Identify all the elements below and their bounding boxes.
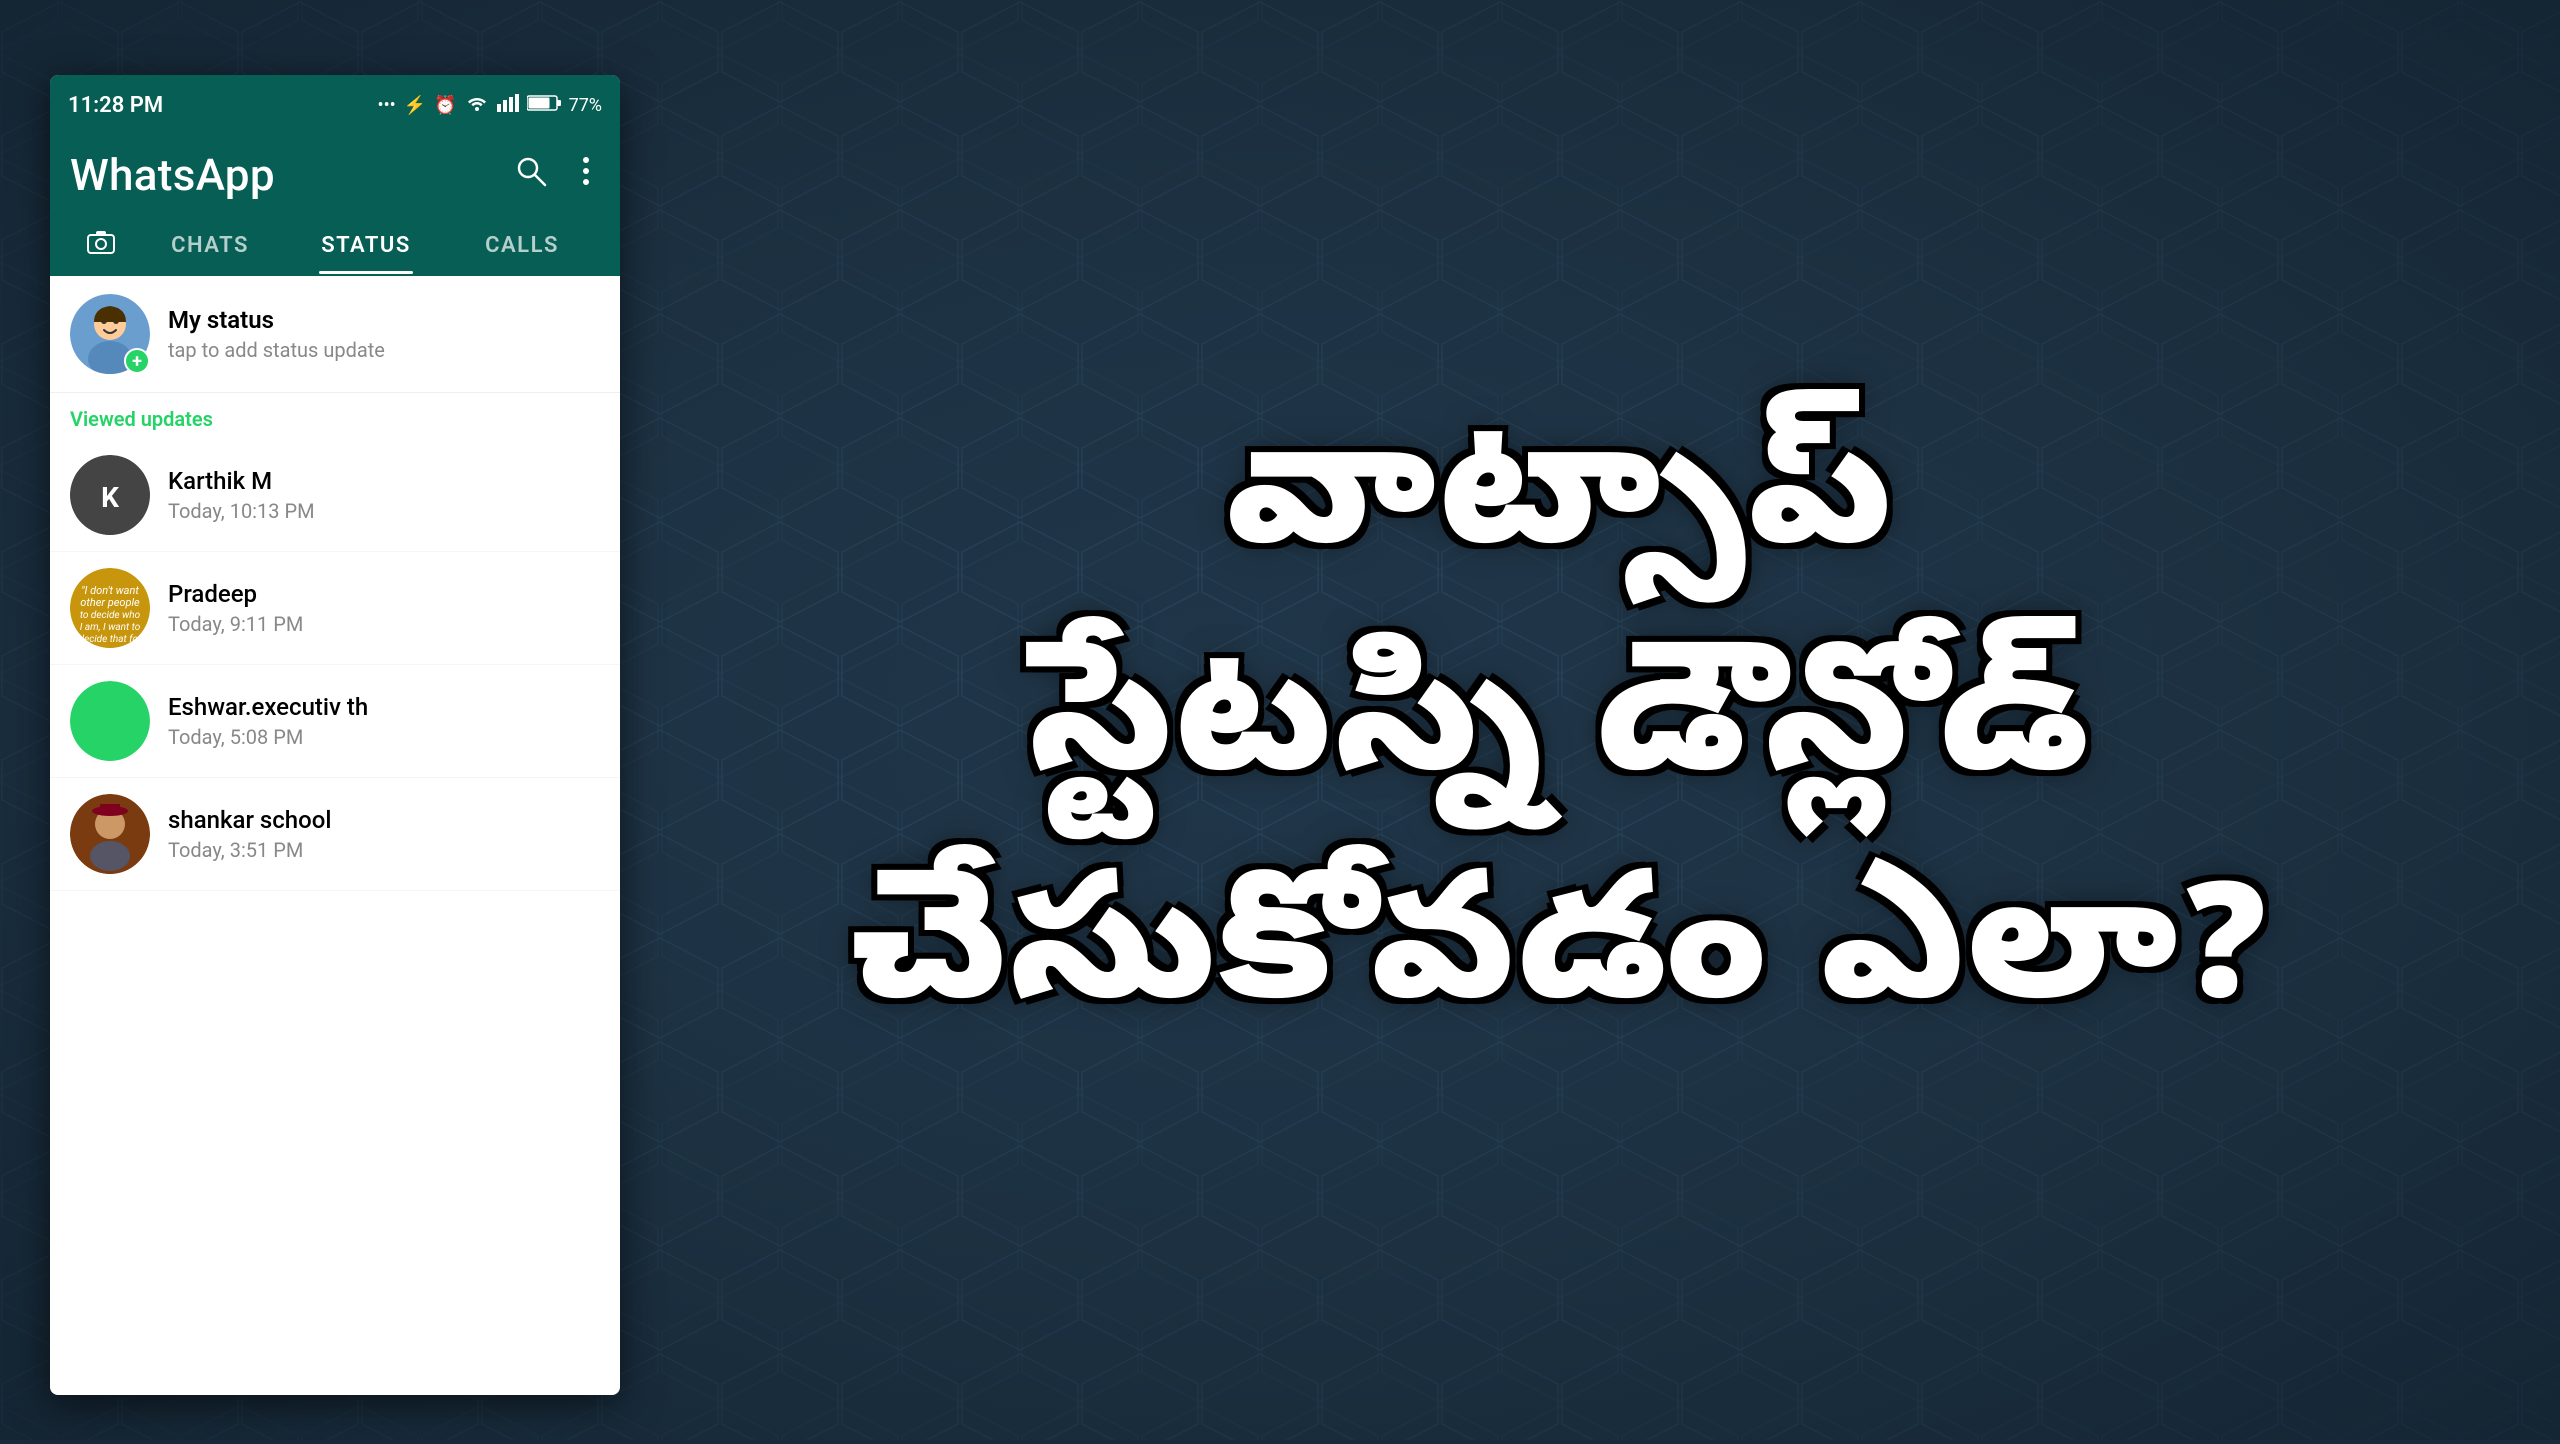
shankar-avatar — [70, 794, 150, 874]
viewed-ring — [70, 455, 150, 535]
header-icons — [514, 154, 600, 197]
tab-chats[interactable]: CHATS — [132, 217, 288, 274]
camera-tab[interactable] — [70, 215, 132, 276]
karthik-name: Karthik M — [168, 467, 315, 495]
telugu-text-overlay: వాట్సాప్ స్టేటస్ని డౌన్లోడ్ చేసుకోవడం ఎల… — [610, 75, 2510, 1395]
karthik-info: Karthik M Today, 10:13 PM — [168, 467, 315, 523]
viewed-ring — [70, 568, 150, 648]
status-bar-time: 11:28 PM — [68, 93, 163, 118]
telugu-line2: స్టేటస్ని డౌన్లోడ్ — [850, 621, 2270, 849]
add-status-button[interactable]: + — [124, 348, 150, 374]
pradeep-time: Today, 9:11 PM — [168, 612, 303, 636]
status-bar: 11:28 PM ••• ⚡ ⏰ — [50, 75, 620, 135]
app-title: WhatsApp — [70, 149, 275, 201]
header-title-row: WhatsApp — [70, 149, 600, 215]
my-avatar-container: + — [70, 294, 150, 374]
list-item[interactable]: "I don't want other people to decide who… — [50, 552, 620, 665]
shankar-info: shankar school Today, 3:51 PM — [168, 806, 331, 862]
viewed-ring — [70, 681, 150, 761]
shankar-name: shankar school — [168, 806, 331, 834]
search-icon[interactable] — [514, 154, 548, 197]
my-status-item[interactable]: + My status tap to add status update — [50, 276, 620, 393]
whatsapp-header: WhatsApp — [50, 135, 620, 276]
content-area: + My status tap to add status update Vie… — [50, 276, 620, 891]
karthik-avatar: K — [70, 455, 150, 535]
eshwar-avatar — [70, 681, 150, 761]
shankar-time: Today, 3:51 PM — [168, 838, 331, 862]
alarm-icon: ⏰ — [434, 95, 456, 116]
list-item[interactable]: Eshwar.executiv th Today, 5:08 PM — [50, 665, 620, 778]
bluetooth-icon: ⚡ — [404, 95, 426, 116]
status-bar-icons: ••• ⚡ ⏰ — [378, 94, 603, 117]
pradeep-info: Pradeep Today, 9:11 PM — [168, 580, 303, 636]
viewed-updates-label: Viewed updates — [50, 393, 620, 439]
my-status-subtitle: tap to add status update — [168, 338, 385, 362]
battery-icon — [527, 94, 561, 117]
pradeep-name: Pradeep — [168, 580, 303, 608]
karthik-time: Today, 10:13 PM — [168, 499, 315, 523]
telugu-text-block: వాట్సాప్ స్టేటస్ని డౌన్లోడ్ చేసుకోవడం ఎల… — [850, 394, 2270, 1077]
eshwar-info: Eshwar.executiv th Today, 5:08 PM — [168, 693, 368, 749]
wifi-icon — [465, 94, 489, 117]
signal-icon — [497, 94, 519, 117]
navigation-tabs: CHATS STATUS CALLS — [70, 215, 600, 276]
viewed-ring — [70, 794, 150, 874]
list-item[interactable]: shankar school Today, 3:51 PM — [50, 778, 620, 891]
eshwar-name: Eshwar.executiv th — [168, 693, 368, 721]
more-options-icon[interactable] — [572, 154, 600, 197]
tab-calls[interactable]: CALLS — [444, 217, 600, 274]
pradeep-avatar: "I don't want other people to decide who… — [70, 568, 150, 648]
list-item[interactable]: K Karthik M Today, 10:13 PM — [50, 439, 620, 552]
eshwar-time: Today, 5:08 PM — [168, 725, 368, 749]
telugu-line3: చేసుకోవడం ఎలా? — [850, 849, 2270, 1077]
my-status-name: My status — [168, 306, 385, 334]
tab-status[interactable]: STATUS — [288, 217, 444, 274]
telugu-line1: వాట్సాప్ — [850, 394, 2270, 622]
battery-percent: 77% — [569, 95, 602, 116]
phone-frame: 11:28 PM ••• ⚡ ⏰ — [50, 75, 620, 1395]
dots-icon: ••• — [378, 95, 396, 116]
my-status-info: My status tap to add status update — [168, 306, 385, 362]
